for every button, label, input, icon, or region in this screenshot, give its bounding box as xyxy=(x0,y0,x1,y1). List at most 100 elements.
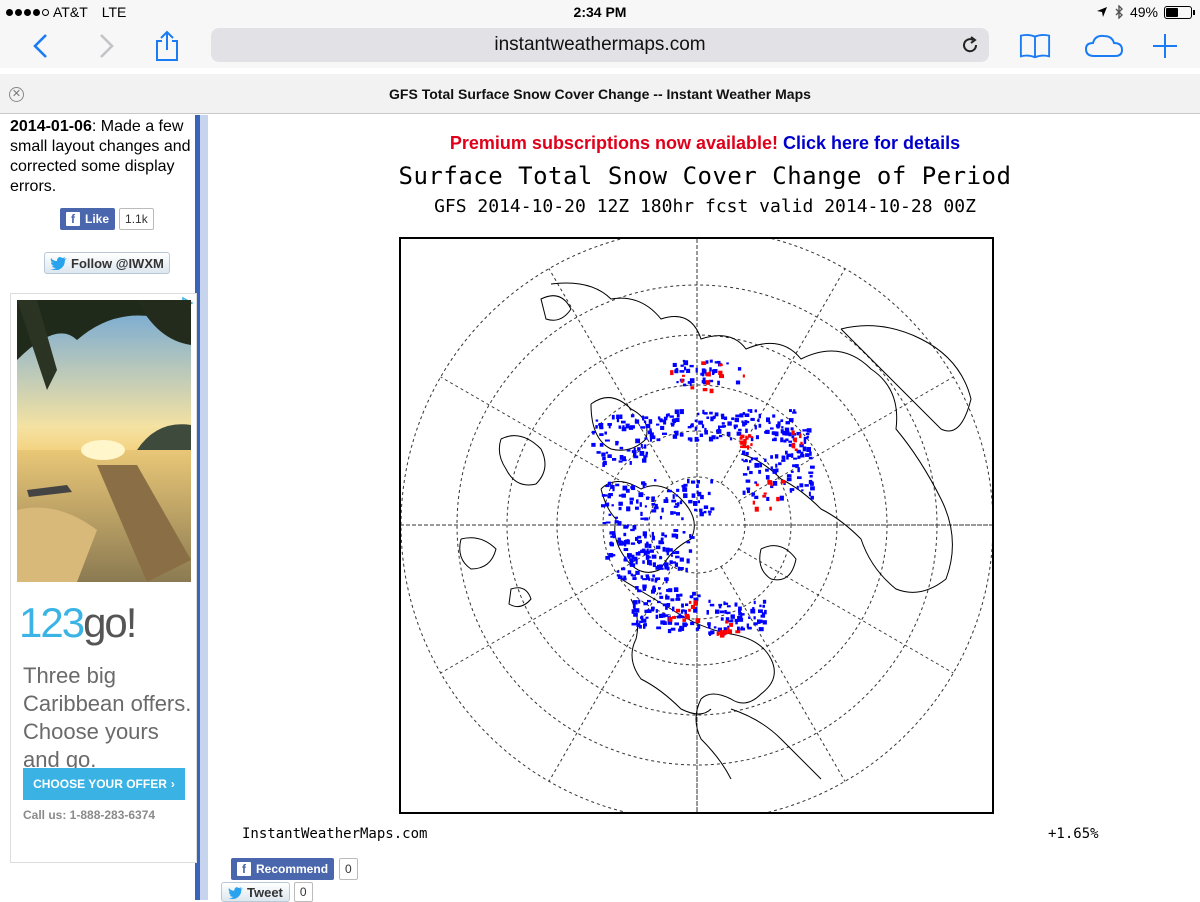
snow-gain-mark xyxy=(672,606,675,612)
snow-gain-mark xyxy=(773,437,777,442)
coastline xyxy=(459,537,497,570)
snow-gain-mark xyxy=(659,515,663,520)
snow-gain-mark xyxy=(629,497,634,501)
snow-gain-mark xyxy=(616,574,621,577)
address-bar[interactable]: instantweathermaps.com xyxy=(211,28,989,62)
snow-loss-mark xyxy=(769,506,772,511)
snow-gain-mark xyxy=(707,622,711,626)
snow-gain-mark xyxy=(746,487,751,490)
snow-gain-mark xyxy=(648,543,652,549)
snow-gain-mark xyxy=(699,508,703,512)
new-tab-button[interactable] xyxy=(1149,30,1181,62)
snow-gain-mark xyxy=(685,567,688,573)
premium-details-link[interactable]: Click here for details xyxy=(783,133,960,153)
ad-text: Three big Caribbean offers. Choose yours… xyxy=(23,663,192,772)
snow-gain-mark xyxy=(709,603,715,607)
snow-gain-mark xyxy=(658,587,661,590)
snow-gain-mark xyxy=(710,507,715,511)
snow-loss-mark xyxy=(706,372,711,377)
twitter-follow-button[interactable]: Follow @IWXM xyxy=(44,252,170,274)
snow-gain-mark xyxy=(741,613,745,616)
snow-loss-mark xyxy=(791,430,795,435)
facebook-like-widget: f Like 1.1k xyxy=(60,208,154,230)
snow-gain-mark xyxy=(621,420,626,424)
snow-gain-mark xyxy=(644,517,649,521)
facebook-icon: f xyxy=(237,862,251,876)
snow-gain-mark xyxy=(726,362,729,365)
bluetooth-icon xyxy=(1115,5,1123,19)
snow-gain-mark xyxy=(607,495,611,499)
back-button[interactable] xyxy=(25,30,57,62)
snow-loss-mark xyxy=(682,374,685,377)
tweet-button[interactable]: Tweet xyxy=(221,882,290,902)
snow-gain-mark xyxy=(642,560,645,564)
snow-gain-mark xyxy=(691,480,696,484)
snow-gain-mark xyxy=(806,435,809,439)
chevron-right-icon: › xyxy=(170,777,175,791)
coastline xyxy=(759,545,797,581)
snow-gain-mark xyxy=(664,577,669,582)
snow-gain-mark xyxy=(704,430,708,435)
bookmarks-button[interactable] xyxy=(1019,30,1051,62)
snow-gain-mark xyxy=(630,414,635,418)
snow-gain-mark xyxy=(760,614,766,618)
snow-gain-mark xyxy=(772,431,777,436)
icloud-tabs-button[interactable] xyxy=(1083,30,1125,62)
snow-gain-mark xyxy=(658,613,664,619)
snow-gain-mark xyxy=(748,616,751,619)
snow-gain-mark xyxy=(802,429,808,432)
share-icon xyxy=(156,30,178,61)
tweet-widget: Tweet 0 xyxy=(221,882,313,902)
snow-gain-mark xyxy=(640,444,643,448)
snow-gain-mark xyxy=(806,428,812,433)
snow-gain-mark xyxy=(595,425,598,429)
snow-gain-mark xyxy=(789,488,795,491)
ad-banner[interactable]: 123go! Three big Caribbean offers. Choos… xyxy=(10,293,197,863)
facebook-like-button[interactable]: f Like xyxy=(60,208,116,230)
snow-gain-mark xyxy=(618,506,622,511)
share-button[interactable] xyxy=(151,30,183,62)
tab-title[interactable]: GFS Total Surface Snow Cover Change -- I… xyxy=(0,86,1200,102)
snow-gain-mark xyxy=(765,468,769,472)
forward-button[interactable] xyxy=(90,30,122,62)
snow-gain-mark xyxy=(701,424,705,429)
snow-gain-mark xyxy=(679,432,684,437)
chevron-right-icon xyxy=(100,34,114,58)
snow-gain-mark xyxy=(714,361,718,364)
snow-gain-mark xyxy=(661,532,665,537)
snow-gain-mark xyxy=(607,423,612,426)
snow-gain-mark xyxy=(618,460,623,463)
reload-icon[interactable] xyxy=(959,34,981,56)
snow-gain-mark xyxy=(682,487,688,492)
snow-gain-mark xyxy=(734,417,740,423)
snow-gain-mark xyxy=(665,595,670,600)
snow-gain-mark xyxy=(690,595,694,599)
snow-gain-mark xyxy=(764,458,767,463)
snow-gain-mark xyxy=(809,451,812,456)
snow-gain-mark xyxy=(703,505,709,510)
snow-gain-mark xyxy=(687,479,690,484)
snow-gain-mark xyxy=(687,426,692,429)
snow-loss-mark xyxy=(725,620,729,624)
snow-gain-mark xyxy=(730,614,735,619)
snow-gain-mark xyxy=(808,471,814,474)
snow-gain-mark xyxy=(642,415,645,421)
snow-gain-mark xyxy=(598,423,604,428)
snow-loss-mark xyxy=(754,506,759,512)
snow-gain-mark xyxy=(645,423,651,429)
snow-loss-mark xyxy=(716,631,720,636)
snow-loss-mark xyxy=(702,388,708,392)
snow-gain-mark xyxy=(601,504,606,508)
recommend-button[interactable]: f Recommend xyxy=(231,858,335,880)
snow-gain-mark xyxy=(644,535,647,539)
snow-gain-mark xyxy=(676,488,680,492)
browser-toolbar: instantweathermaps.com xyxy=(0,24,1200,68)
snow-gain-mark xyxy=(612,458,617,461)
choose-offer-button[interactable]: CHOOSE YOUR OFFER › xyxy=(23,768,185,800)
battery-percent: 49% xyxy=(1129,4,1158,20)
snow-gain-mark xyxy=(787,474,792,477)
snow-loss-mark xyxy=(792,444,796,449)
snow-gain-mark xyxy=(784,430,790,436)
snow-gain-mark xyxy=(747,626,752,630)
snow-gain-mark xyxy=(672,551,676,555)
